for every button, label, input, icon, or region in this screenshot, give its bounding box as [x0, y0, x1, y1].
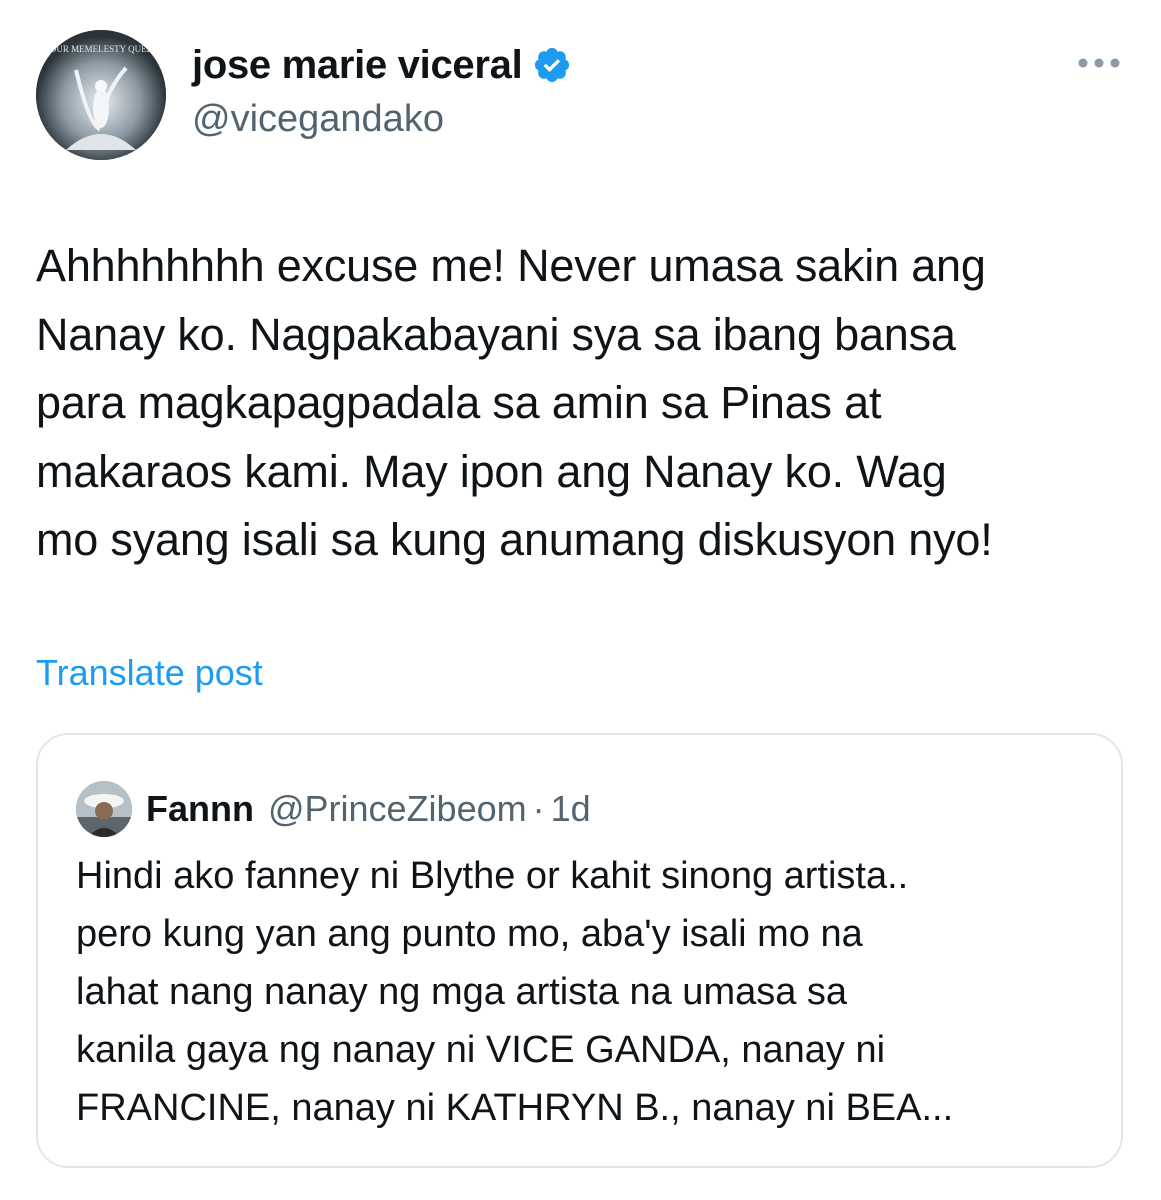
- author-handle[interactable]: @vicegandako: [192, 98, 572, 141]
- verified-badge-icon: [532, 45, 572, 85]
- quoted-post-text: Hindi ako fanney ni Blythe or kahit sino…: [76, 855, 954, 1129]
- meta-separator: ·: [532, 788, 545, 829]
- quoted-author-avatar[interactable]: [76, 781, 132, 837]
- post-body-text: Ahhhhhhhh excuse me! Never umasa sakin a…: [36, 240, 993, 565]
- quoted-avatar-image-icon: [76, 781, 132, 837]
- author-avatar[interactable]: YOUR MEMELESTY QUEEN: [36, 30, 166, 160]
- translate-post-link[interactable]: Translate post: [36, 652, 263, 694]
- more-options-icon[interactable]: [1076, 56, 1122, 70]
- avatar-tagline: YOUR MEMELESTY QUEEN: [43, 44, 159, 54]
- quoted-post-card[interactable]: Fannn @PrinceZibeom · 1d Hindi ako fanne…: [36, 733, 1123, 1168]
- post-header: YOUR MEMELESTY QUEEN jose marie viceral …: [36, 28, 1126, 160]
- quoted-post-header: Fannn @PrinceZibeom · 1d: [76, 781, 591, 837]
- quoted-timestamp[interactable]: 1d: [551, 788, 591, 830]
- author-display-name[interactable]: jose marie viceral: [192, 43, 523, 88]
- quoted-handle[interactable]: @PrinceZibeom: [268, 788, 527, 830]
- quoted-display-name[interactable]: Fannn: [146, 788, 254, 830]
- avatar-image-icon: YOUR MEMELESTY QUEEN: [36, 30, 166, 160]
- author-info: jose marie viceral @vicegandako: [192, 36, 572, 141]
